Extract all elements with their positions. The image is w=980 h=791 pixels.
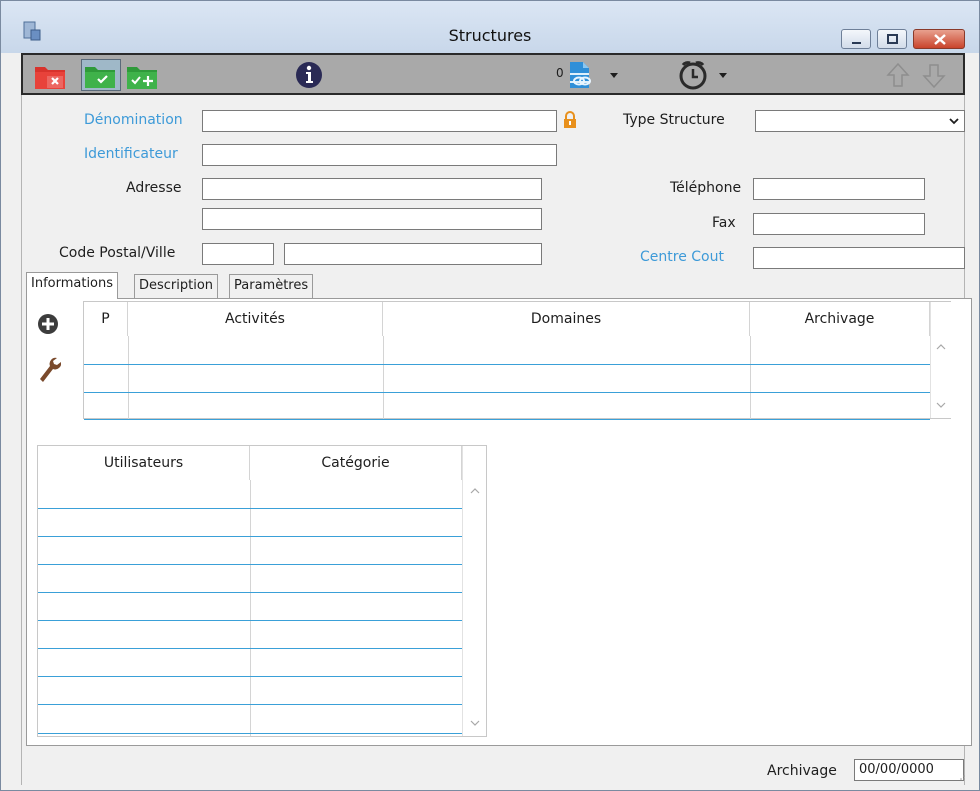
column-header-activites[interactable]: Activités — [128, 302, 383, 336]
type-structure-select[interactable] — [755, 110, 965, 132]
move-up-button[interactable] — [883, 59, 913, 91]
column-header-archivage[interactable]: Archivage — [750, 302, 930, 336]
archivage-date-input[interactable]: 00/00/0000 — [854, 759, 964, 781]
column-header-domaines[interactable]: Domaines — [383, 302, 750, 336]
grid-divider — [128, 336, 129, 420]
linked-documents-button[interactable] — [566, 59, 626, 91]
adresse-label: Adresse — [126, 180, 182, 196]
table-row[interactable] — [84, 364, 930, 365]
wrench-icon[interactable] — [37, 355, 61, 385]
add-circle-icon[interactable] — [37, 313, 59, 335]
delete-button[interactable] — [33, 59, 67, 91]
code-postal-input[interactable] — [202, 243, 274, 265]
code-postal-ville-label: Code Postal/Ville — [59, 245, 176, 261]
maximize-icon — [887, 34, 898, 44]
telephone-label: Téléphone — [670, 180, 742, 196]
maximize-button[interactable] — [877, 29, 907, 49]
folder-check-add-icon — [127, 67, 157, 89]
fax-label: Fax — [712, 215, 736, 231]
grid-divider — [750, 336, 751, 420]
arrow-down-icon — [922, 64, 946, 89]
adresse-line1-input[interactable] — [202, 178, 542, 200]
dropdown-arrow-icon — [610, 73, 618, 78]
users-table: Utilisateurs Catégorie — [37, 445, 487, 737]
table-row[interactable] — [38, 676, 462, 677]
informations-panel: P Activités Domaines Archivage Utilisate… — [26, 298, 972, 746]
archivage-footer-label: Archivage — [767, 763, 837, 779]
structure-form: Dénomination Type Structure Identificate… — [21, 95, 972, 785]
info-icon — [296, 62, 322, 88]
reminder-button[interactable] — [675, 59, 735, 91]
fax-input[interactable] — [753, 213, 925, 235]
column-header-p[interactable]: P — [84, 302, 128, 336]
tab-parametres[interactable]: Paramètres — [229, 274, 314, 298]
table-row[interactable] — [38, 733, 462, 734]
chevron-down-icon — [949, 118, 959, 125]
table-row[interactable] — [38, 648, 462, 649]
table-row[interactable] — [84, 419, 930, 420]
minimize-button[interactable] — [841, 29, 871, 49]
chevron-up-icon[interactable] — [469, 486, 481, 496]
window-title: Structures — [448, 26, 532, 45]
adresse-line2-input[interactable] — [202, 208, 542, 230]
lock-icon[interactable] — [563, 111, 577, 129]
validate-button[interactable] — [81, 59, 121, 91]
alarm-clock-icon — [679, 61, 707, 90]
centre-cout-input[interactable] — [753, 247, 965, 269]
activities-scrollbar[interactable] — [930, 302, 951, 418]
identificateur-input[interactable] — [202, 144, 557, 166]
chevron-down-icon[interactable] — [469, 718, 481, 728]
activities-table: P Activités Domaines Archivage — [83, 301, 951, 420]
type-structure-label: Type Structure — [623, 112, 725, 128]
validate-new-button[interactable] — [125, 59, 161, 91]
arrow-up-icon — [886, 62, 910, 87]
grid-divider — [383, 336, 384, 420]
folder-delete-icon — [35, 67, 65, 89]
column-header-utilisateurs[interactable]: Utilisateurs — [38, 446, 250, 480]
table-row[interactable] — [38, 536, 462, 537]
table-row[interactable] — [84, 392, 930, 393]
chevron-down-icon[interactable] — [935, 400, 947, 410]
centre-cout-label: Centre Cout — [640, 249, 724, 265]
minimize-icon — [852, 42, 861, 44]
identificateur-label: Identificateur — [84, 146, 178, 162]
table-row[interactable] — [38, 704, 462, 705]
title-bar[interactable]: Structures — [1, 1, 979, 53]
ville-input[interactable] — [284, 243, 542, 265]
denomination-input[interactable] — [202, 110, 557, 132]
info-button[interactable] — [293, 59, 325, 91]
structures-window: Structures 0 Dénomination Type Structure… — [0, 0, 980, 791]
table-row[interactable] — [38, 620, 462, 621]
tab-informations[interactable]: Informations — [26, 272, 119, 299]
resize-grip-icon[interactable] — [960, 775, 966, 781]
chevron-up-icon[interactable] — [935, 342, 947, 352]
folder-check-icon — [85, 67, 115, 88]
document-count: 0 — [556, 66, 564, 80]
table-row[interactable] — [38, 508, 462, 509]
close-button[interactable] — [913, 29, 965, 49]
telephone-input[interactable] — [753, 178, 925, 200]
dropdown-arrow-icon — [719, 73, 727, 78]
table-row[interactable] — [38, 564, 462, 565]
move-down-button[interactable] — [919, 59, 949, 91]
table-row[interactable] — [38, 592, 462, 593]
tab-description[interactable]: Description — [134, 274, 219, 298]
users-scrollbar[interactable] — [462, 446, 486, 736]
column-header-categorie[interactable]: Catégorie — [250, 446, 462, 480]
grid-divider — [250, 480, 251, 736]
close-icon — [934, 34, 946, 45]
denomination-label: Dénomination — [84, 112, 183, 128]
toolbar: 0 — [21, 53, 965, 95]
